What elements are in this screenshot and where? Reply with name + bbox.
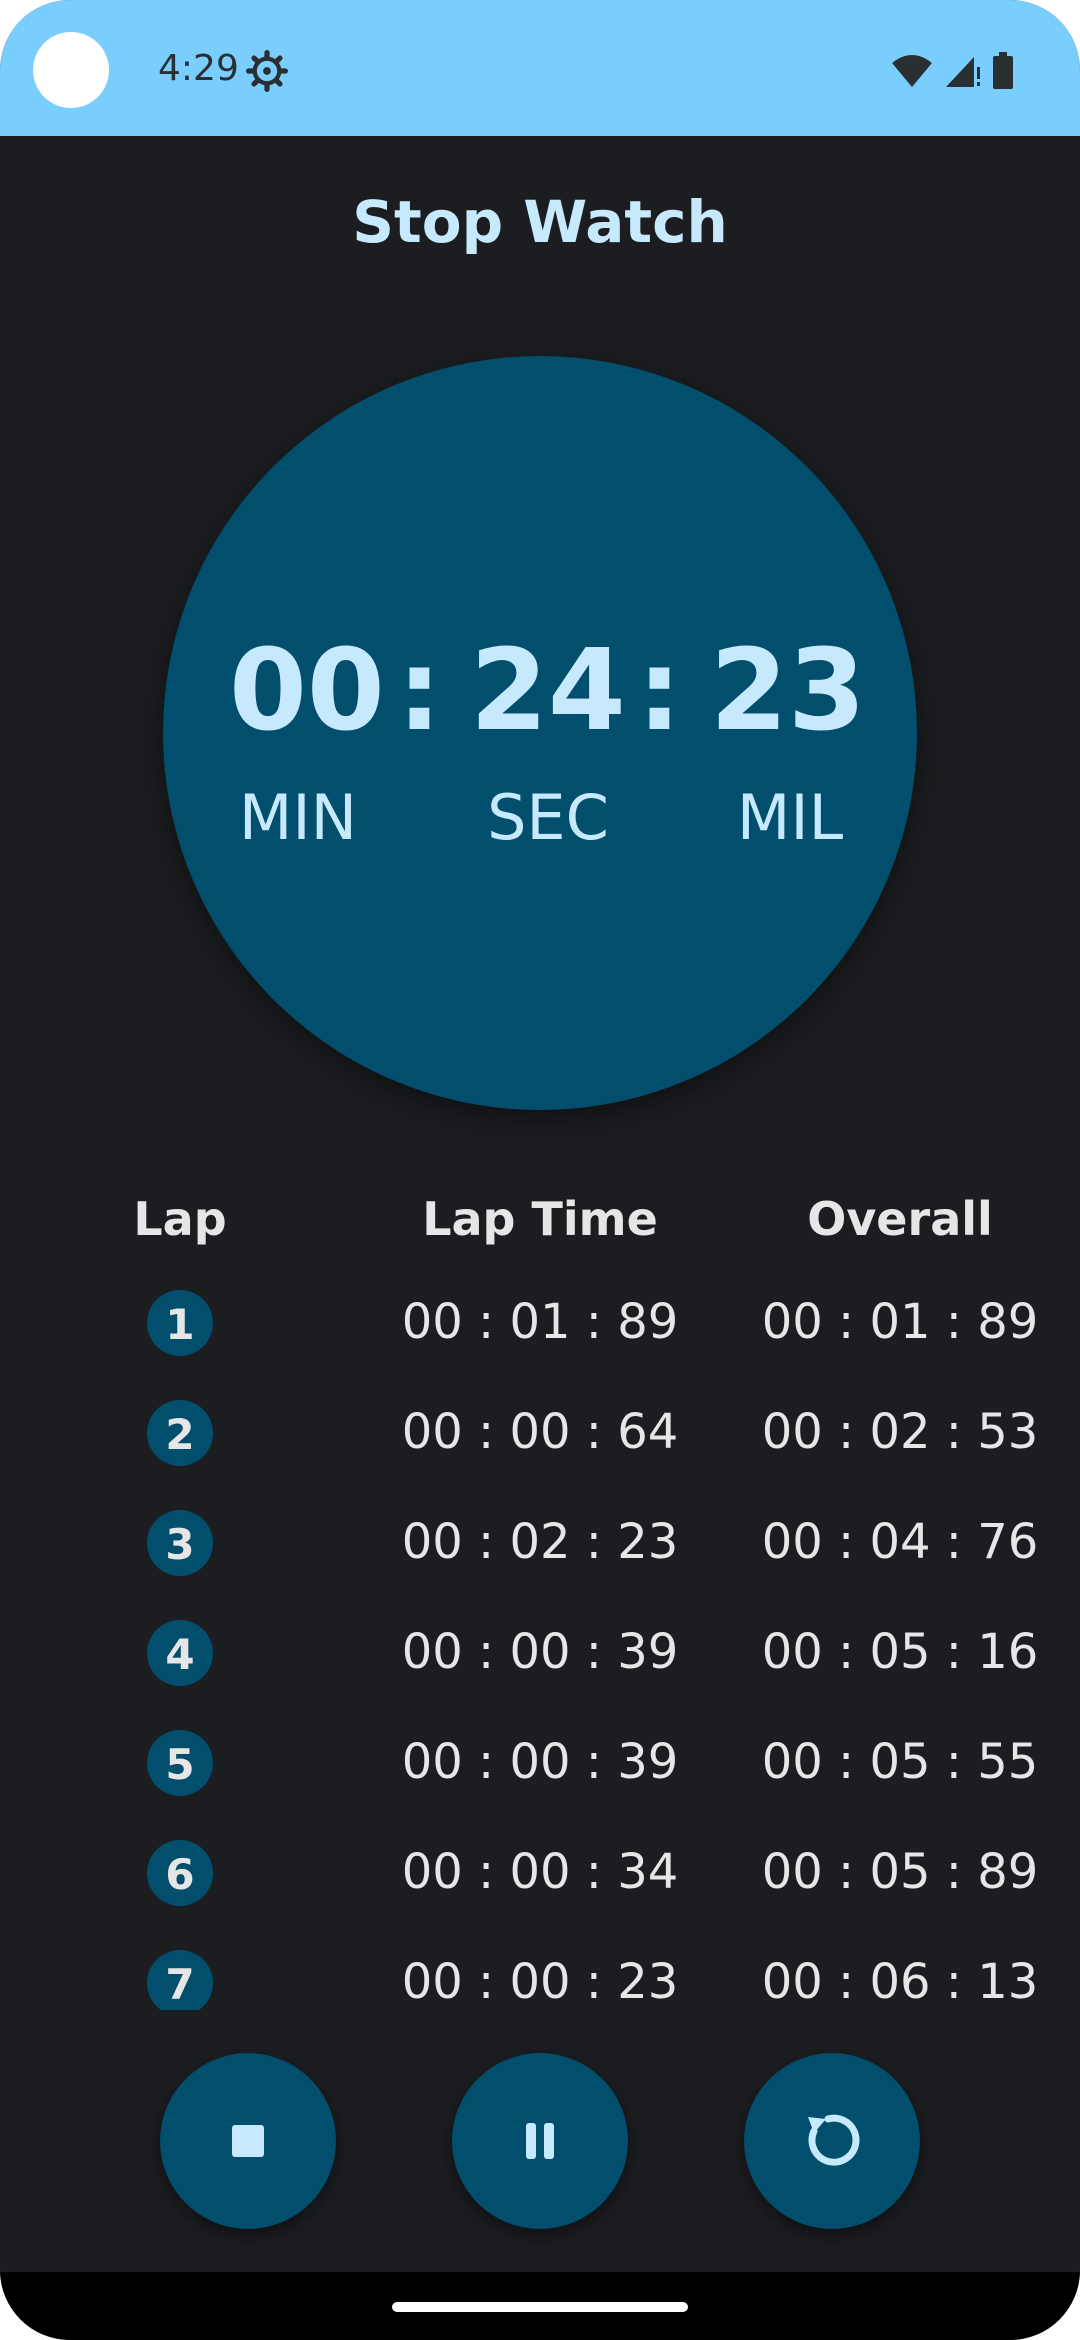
overall-time-value: 00 : 06 : 13 — [761, 1954, 1039, 2010]
clock-face: 00 : 24 : 23 MIN SEC MIL — [163, 356, 917, 1110]
overall-time-value: 00 : 05 : 89 — [761, 1844, 1039, 1900]
lap-number-badge: 5 — [147, 1730, 213, 1796]
reset-button[interactable] — [744, 2053, 920, 2229]
header-lap-time: Lap Time — [422, 1192, 658, 1246]
status-bar: 4:29 — [0, 0, 1080, 136]
overall-time-value: 00 : 05 : 16 — [761, 1624, 1039, 1680]
overall-time-value: 00 : 05 : 55 — [761, 1734, 1039, 1790]
lap-time-value: 00 : 00 : 34 — [401, 1844, 679, 1900]
lap-time-value: 00 : 01 : 89 — [401, 1294, 679, 1350]
settings-gear-icon — [246, 50, 288, 92]
minutes-value: 00 — [229, 626, 385, 756]
pause-button[interactable] — [452, 2053, 628, 2229]
wifi-icon — [892, 55, 932, 87]
time-separator: : — [397, 626, 442, 756]
cell-signal-icon — [946, 57, 980, 87]
page-title: Stop Watch — [352, 188, 728, 256]
list-item: 3 00 : 02 : 23 00 : 04 : 76 — [0, 1510, 1080, 1620]
overall-time-value: 00 : 02 : 53 — [761, 1404, 1039, 1460]
overall-time-value: 00 : 01 : 89 — [761, 1294, 1039, 1350]
battery-icon — [993, 52, 1013, 89]
header-overall: Overall — [807, 1192, 993, 1246]
minutes-label: MIN — [238, 781, 358, 854]
lap-list[interactable]: 1 00 : 01 : 89 00 : 01 : 89 2 00 : 00 : … — [0, 1290, 1080, 2010]
reset-icon — [808, 2114, 860, 2166]
millis-label: MIL — [736, 781, 844, 854]
stopwatch-screen: 4:29 Stop Watch 00: 24: 23 MIN SEC MIL… — [0, 0, 1080, 2340]
status-time: 4:29 — [158, 48, 239, 89]
list-item: 7 00 : 00 : 23 00 : 06 : 13 — [0, 1950, 1080, 2010]
lap-time-value: 00 : 00 : 23 — [401, 1954, 679, 2010]
seconds-label: SEC — [487, 781, 609, 854]
stop-icon — [232, 2125, 264, 2157]
lap-time-value: 00 : 00 : 64 — [401, 1404, 679, 1460]
lap-number-badge: 4 — [147, 1620, 213, 1686]
list-item: 1 00 : 01 : 89 00 : 01 : 89 — [0, 1290, 1080, 1400]
lap-number-badge: 2 — [147, 1400, 213, 1466]
lap-time-value: 00 : 02 : 23 — [401, 1514, 679, 1570]
seconds-value: 24 — [470, 626, 626, 756]
lap-table-header: Lap Lap Time Overall — [0, 1192, 1080, 1252]
lap-time-value: 00 : 00 : 39 — [401, 1734, 679, 1790]
home-gesture-handle[interactable] — [392, 2302, 688, 2312]
lap-number-badge: 3 — [147, 1510, 213, 1576]
lap-number-badge: 6 — [147, 1840, 213, 1906]
list-item: 2 00 : 00 : 64 00 : 02 : 53 — [0, 1400, 1080, 1510]
millis-value: 23 — [710, 626, 866, 756]
header-lap: Lap — [133, 1192, 227, 1246]
list-item: 5 00 : 00 : 39 00 : 05 : 55 — [0, 1730, 1080, 1840]
control-bar — [0, 2053, 1080, 2229]
time-separator: : — [637, 626, 682, 756]
camera-cutout — [33, 32, 109, 108]
lap-number-badge: 7 — [147, 1950, 213, 2010]
pause-icon — [526, 2123, 554, 2159]
overall-time-value: 00 : 04 : 76 — [761, 1514, 1039, 1570]
stop-button[interactable] — [160, 2053, 336, 2229]
list-item: 6 00 : 00 : 34 00 : 05 : 89 — [0, 1840, 1080, 1950]
list-item: 4 00 : 00 : 39 00 : 05 : 16 — [0, 1620, 1080, 1730]
lap-time-value: 00 : 00 : 39 — [401, 1624, 679, 1680]
lap-number-badge: 1 — [147, 1290, 213, 1356]
